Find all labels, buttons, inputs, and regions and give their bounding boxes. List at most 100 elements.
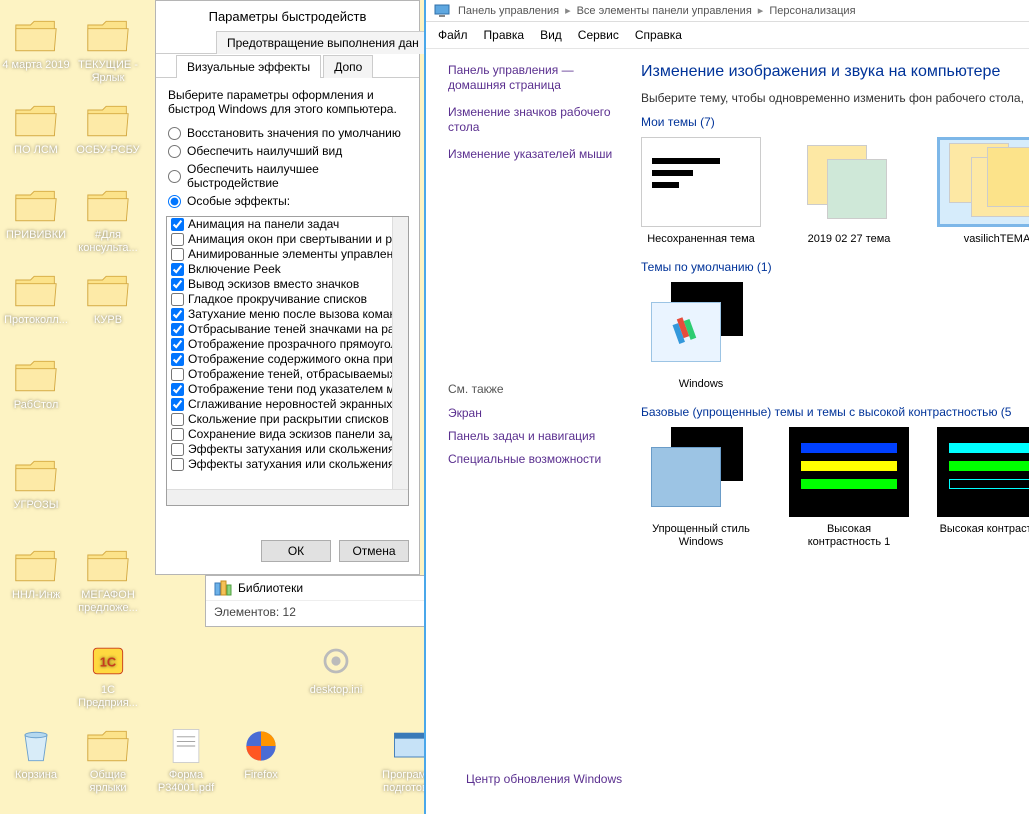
effect-checkbox[interactable]	[171, 248, 184, 261]
desktop-icon[interactable]: 4 марта 2019	[0, 15, 72, 72]
icon-label: 4 марта 2019	[0, 59, 72, 72]
ok-button[interactable]: ОК	[261, 540, 331, 562]
sidebar-screen[interactable]: Экран	[448, 406, 621, 421]
effect-checkbox[interactable]	[171, 293, 184, 306]
menu-item[interactable]: Вид	[540, 28, 562, 42]
effect-checkbox[interactable]	[171, 308, 184, 321]
desktop-icon[interactable]: Протоколл...	[0, 270, 72, 327]
theme-item[interactable]: 2019 02 27 тема	[789, 137, 909, 246]
icon-label: desktop.ini	[300, 684, 372, 697]
desktop-icon[interactable]: МЕГАФОН предложе...	[72, 545, 144, 615]
effect-checkbox[interactable]	[171, 233, 184, 246]
menu-item[interactable]: Сервис	[578, 28, 619, 42]
effect-checkbox[interactable]	[171, 278, 184, 291]
effect-label: Сглаживание неровностей экранных шри	[188, 397, 409, 412]
desktop-icon[interactable]: Общие ярлыки	[72, 725, 144, 795]
breadcrumb-3[interactable]: Персонализация	[769, 5, 855, 17]
desktop-icon[interactable]: УГРОЗЫ	[0, 455, 72, 512]
effect-label: Включение Peek	[188, 262, 281, 277]
theme-item[interactable]: Несохраненная тема	[641, 137, 761, 246]
desktop-icon[interactable]: 1C1С Предприя...	[72, 640, 144, 710]
menu-item[interactable]: Правка	[484, 28, 525, 42]
sidebar-home[interactable]: Панель управления — домашняя страница	[448, 63, 621, 93]
desktop-icon[interactable]: ННЛ-Инж	[0, 545, 72, 602]
effect-item[interactable]: Сглаживание неровностей экранных шри	[167, 397, 408, 412]
sidebar-ease[interactable]: Специальные возможности	[448, 452, 621, 467]
desktop-icon[interactable]: Корзина	[0, 725, 72, 782]
effect-checkbox[interactable]	[171, 338, 184, 351]
desktop-icon[interactable]: КУРВ	[72, 270, 144, 327]
effect-item[interactable]: Анимированные элементы управления и эл	[167, 247, 408, 262]
effect-item[interactable]: Гладкое прокручивание списков	[167, 292, 408, 307]
effect-item[interactable]: Отображение содержимого окна при пере	[167, 352, 408, 367]
effect-item[interactable]: Эффекты затухания или скольжения при	[167, 457, 408, 472]
effect-checkbox[interactable]	[171, 398, 184, 411]
effect-item[interactable]: Отображение тени под указателем мыши	[167, 382, 408, 397]
effect-item[interactable]: Затухание меню после вызова команды	[167, 307, 408, 322]
menu-item[interactable]: Файл	[438, 28, 468, 42]
group-my-themes[interactable]: Мои темы (7)	[641, 115, 1029, 129]
effect-item[interactable]: Скольжение при раскрытии списков	[167, 412, 408, 427]
theme-item[interactable]: Высокая контрастность 1	[789, 427, 909, 549]
menu-item[interactable]: Справка	[635, 28, 682, 42]
desktop-icon[interactable]: ПО ЛСМ	[0, 100, 72, 157]
sidebar: Панель управления — домашняя страница Из…	[426, 49, 631, 809]
effect-checkbox[interactable]	[171, 353, 184, 366]
effect-item[interactable]: Анимация окон при свертывании и разверт	[167, 232, 408, 247]
theme-item[interactable]: Высокая контрастност	[937, 427, 1029, 549]
theme-item[interactable]: vasilichTEMA	[937, 137, 1029, 246]
theme-item[interactable]: Упрощенный стиль Windows	[641, 427, 761, 549]
desktop-icon[interactable]: РабСтол	[0, 355, 72, 412]
icon-label: ПРИВИВКИ	[0, 229, 72, 242]
icon-glyph	[12, 15, 60, 57]
scrollbar-v[interactable]	[392, 217, 408, 489]
radio-default[interactable]: Восстановить значения по умолчанию	[168, 124, 407, 142]
effect-item[interactable]: Отображение прозрачного прямоугольник	[167, 337, 408, 352]
effect-checkbox[interactable]	[171, 323, 184, 336]
effect-item[interactable]: Отображение теней, отбрасываемых окна	[167, 367, 408, 382]
group-default-themes[interactable]: Темы по умолчанию (1)	[641, 260, 1029, 274]
desktop-icon[interactable]: Firefox	[225, 725, 297, 782]
effect-item[interactable]: Сохранение вида эскизов панели задач	[167, 427, 408, 442]
breadcrumb-1[interactable]: Панель управления	[458, 5, 559, 17]
effect-item[interactable]: Анимация на панели задач	[167, 217, 408, 232]
desktop-icon[interactable]: ТЕКУЩИЕ - Ярлык	[72, 15, 144, 85]
effect-checkbox[interactable]	[171, 428, 184, 441]
effect-checkbox[interactable]	[171, 413, 184, 426]
address-bar[interactable]: Панель управления ▸ Все элементы панели …	[426, 0, 1029, 22]
effect-checkbox[interactable]	[171, 368, 184, 381]
desktop-icon[interactable]: Форма Р34001.pdf	[150, 725, 222, 795]
theme-item[interactable]: Windows	[641, 282, 761, 391]
effect-item[interactable]: Включение Peek	[167, 262, 408, 277]
effect-checkbox[interactable]	[171, 263, 184, 276]
effect-checkbox[interactable]	[171, 443, 184, 456]
effect-checkbox[interactable]	[171, 383, 184, 396]
tab-advanced[interactable]: Допо	[323, 55, 373, 78]
desktop-icon[interactable]: #Для консульта...	[72, 185, 144, 255]
sidebar-desktop-icons[interactable]: Изменение значков рабочего стола	[448, 105, 621, 135]
tab-dep[interactable]: Предотвращение выполнения дан	[216, 31, 430, 54]
effect-checkbox[interactable]	[171, 458, 184, 471]
desktop-icon[interactable]: ОСБУ-РСБУ	[72, 100, 144, 157]
effect-label: Скольжение при раскрытии списков	[188, 412, 389, 427]
effect-label: Отображение тени под указателем мыши	[188, 382, 409, 397]
cancel-button[interactable]: Отмена	[339, 540, 409, 562]
breadcrumb-2[interactable]: Все элементы панели управления	[577, 5, 752, 17]
desktop-icon[interactable]: desktop.ini	[300, 640, 372, 697]
desktop-icon[interactable]: ПРИВИВКИ	[0, 185, 72, 242]
effect-item[interactable]: Вывод эскизов вместо значков	[167, 277, 408, 292]
effect-checkbox[interactable]	[171, 218, 184, 231]
tab-visual-effects[interactable]: Визуальные эффекты	[176, 55, 321, 78]
sidebar-windows-update[interactable]: Центр обновления Windows	[466, 772, 622, 786]
effect-item[interactable]: Отбрасывание теней значками на рабоче	[167, 322, 408, 337]
radio-best-perf[interactable]: Обеспечить наилучшее быстродействие	[168, 160, 407, 192]
radio-best-look[interactable]: Обеспечить наилучший вид	[168, 142, 407, 160]
sidebar-taskbar[interactable]: Панель задач и навигация	[448, 429, 621, 444]
effect-label: Анимация окон при свертывании и разверт	[188, 232, 409, 247]
radio-custom[interactable]: Особые эффекты:	[168, 192, 407, 210]
group-basic-themes[interactable]: Базовые (упрощенные) темы и темы с высок…	[641, 405, 1029, 419]
effect-item[interactable]: Эффекты затухания или скольжения при	[167, 442, 408, 457]
icon-glyph	[12, 355, 60, 397]
sidebar-mouse-pointers[interactable]: Изменение указателей мыши	[448, 147, 621, 162]
scrollbar-h[interactable]	[167, 489, 408, 505]
